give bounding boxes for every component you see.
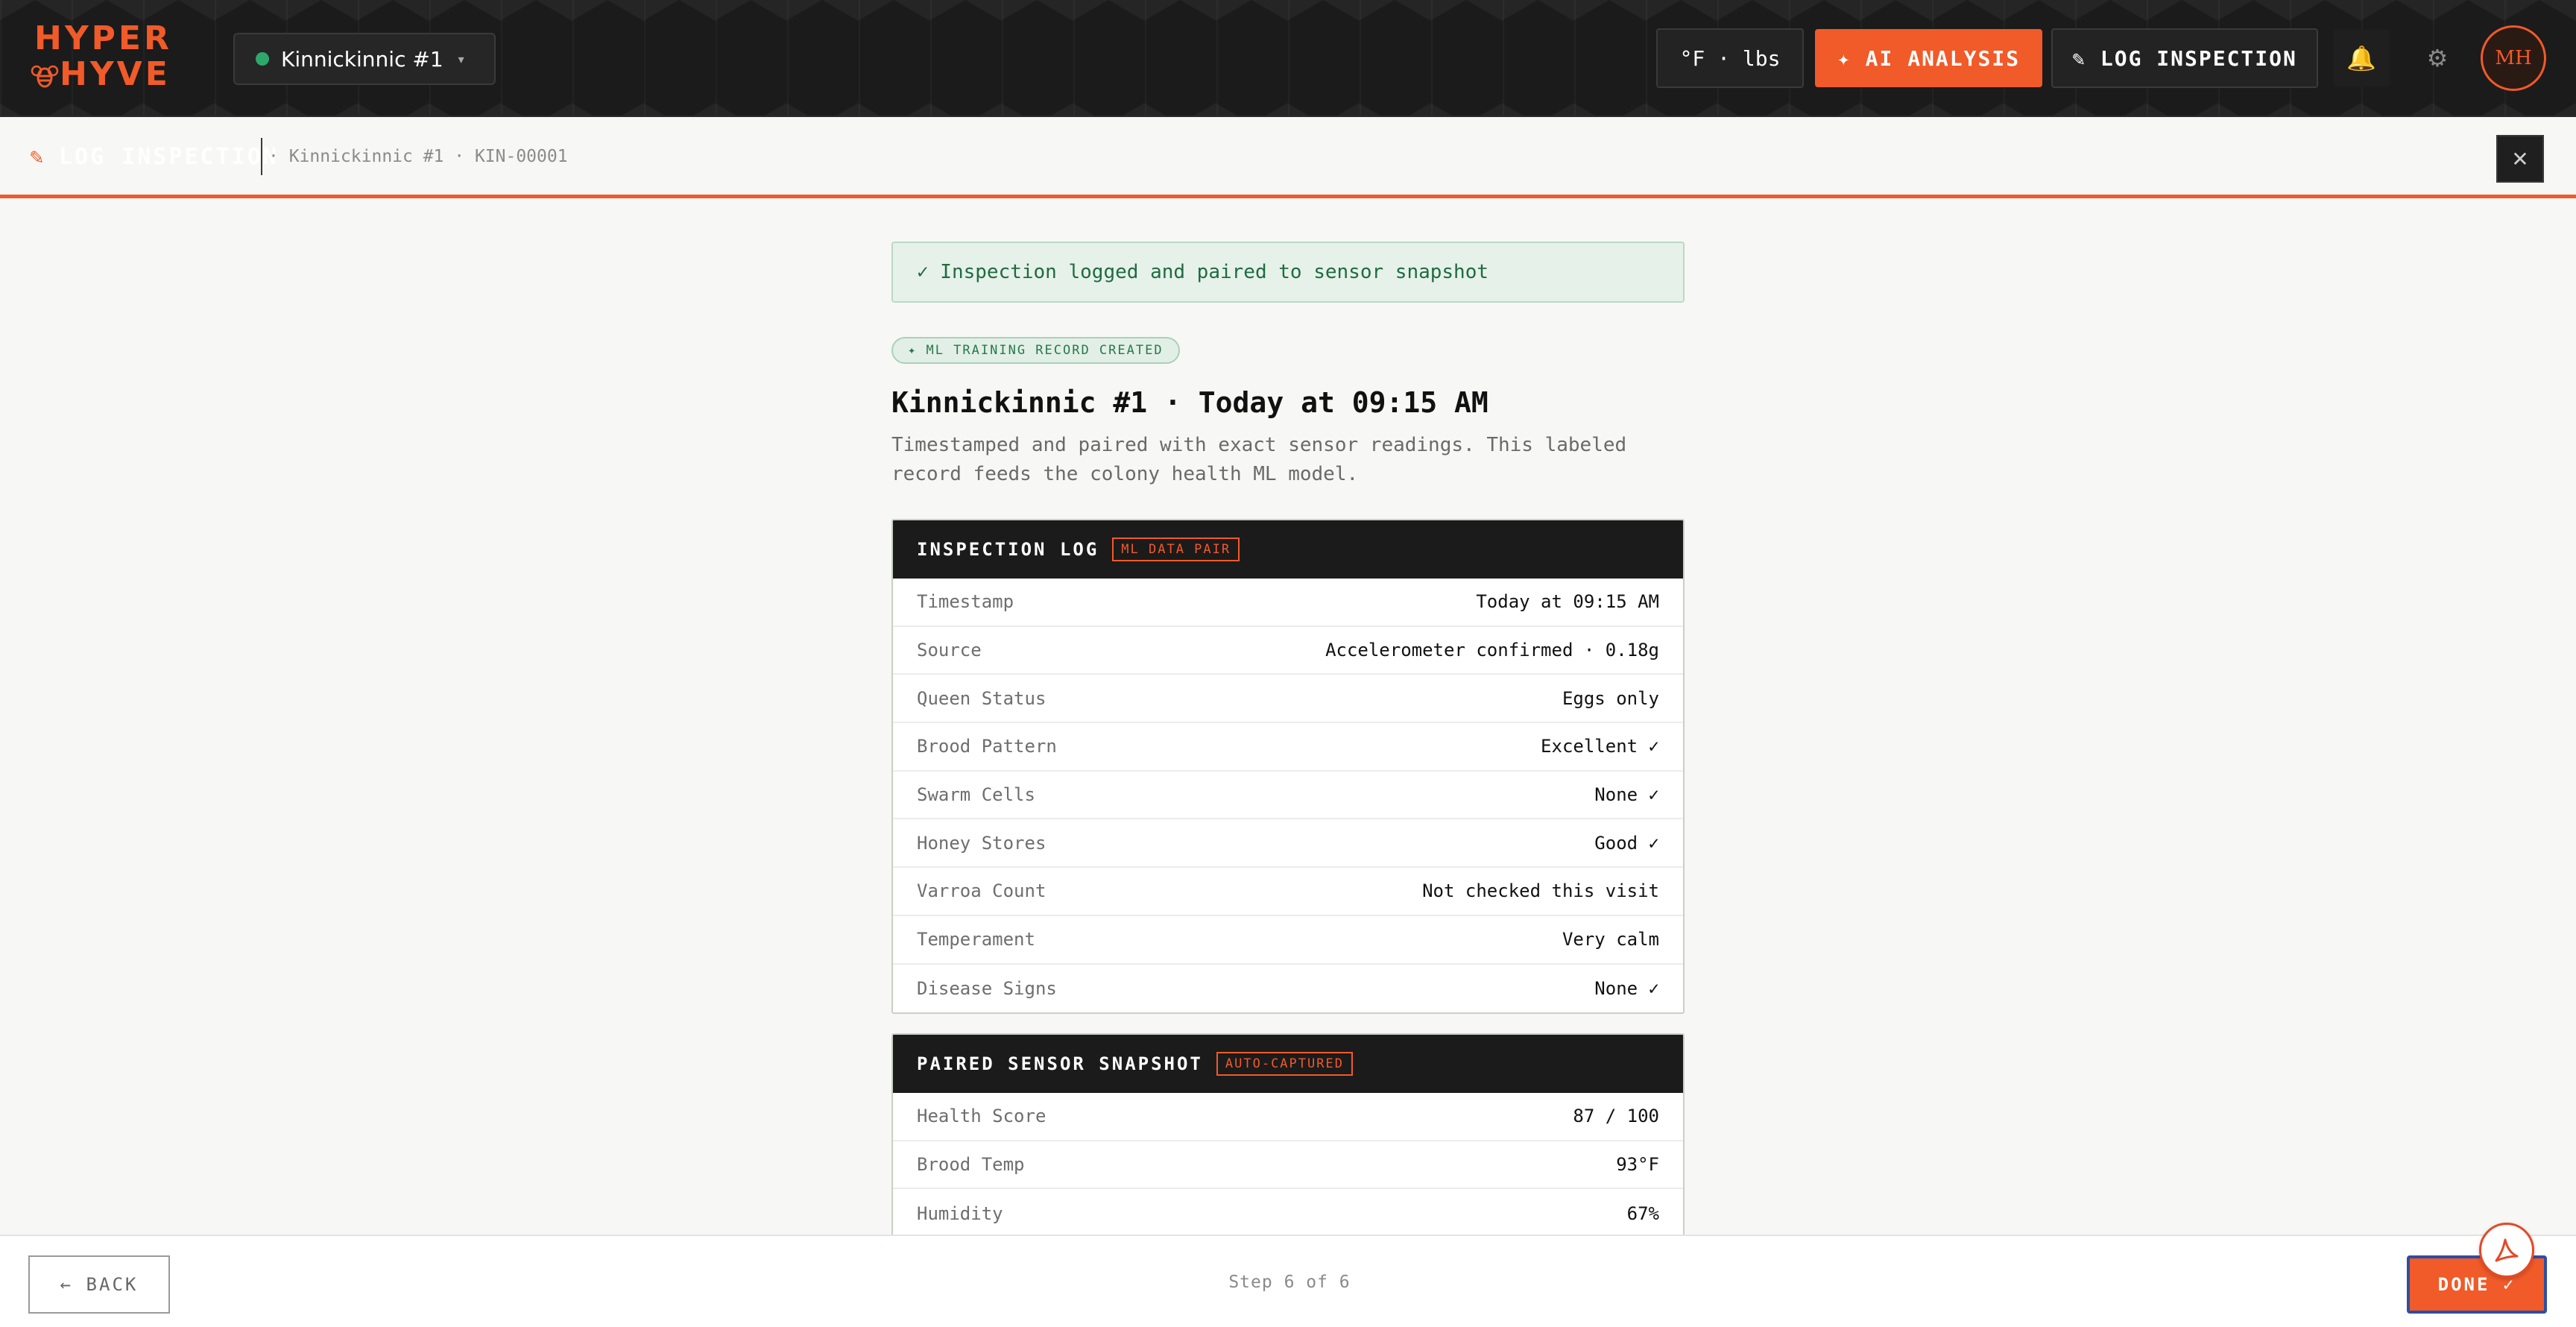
brand-logo[interactable]: HYPER HYVE (30, 22, 194, 91)
header-row-main: HYPER HYVE Kinnickinnic #1 ▾ °F · lbs ✦ … (0, 0, 2576, 117)
data-row: Brood Temp 93°F (893, 1141, 1683, 1190)
step-indicator: Step 6 of 6 (1228, 1273, 1351, 1292)
hive-selector[interactable]: Kinnickinnic #1 ▾ (233, 33, 496, 85)
data-row: Timestamp Today at 09:15 AM (893, 579, 1683, 627)
logo-line-2: HYVE (60, 55, 171, 93)
row-value: Today at 09:15 AM (1476, 591, 1659, 613)
row-label: Health Score (917, 1106, 1046, 1127)
card-title: INSPECTION LOG (917, 539, 1099, 560)
subheader: ✎ LOG INSPECTION · Kinnickinnic #1 · KIN… (0, 119, 2576, 195)
data-row: Queen Status Eggs only (893, 675, 1683, 724)
pdf-icon[interactable] (2479, 1223, 2534, 1278)
row-label: Honey Stores (917, 832, 1046, 854)
data-row: Honey Stores Good ✓ (893, 819, 1683, 869)
data-row: Disease Signs None ✓ (893, 965, 1683, 1013)
wizard-footer: ← BACK Step 6 of 6 DONE ✓ (0, 1235, 2576, 1327)
ml-record-badge: ✦ ML TRAINING RECORD CREATED (891, 337, 1180, 364)
chevron-down-icon: ▾ (458, 51, 464, 66)
row-label: Varroa Count (917, 880, 1046, 902)
row-value: None ✓ (1594, 784, 1659, 806)
pencil-icon: ✎ (30, 143, 46, 170)
units-toggle[interactable]: °F · lbs (1656, 28, 1804, 88)
row-value: 93°F (1616, 1154, 1659, 1176)
panel-title-text: LOG INSPECTION (59, 143, 279, 170)
data-row: Source Accelerometer confirmed · 0.18g (893, 627, 1683, 675)
data-row: Temperament Very calm (893, 916, 1683, 965)
row-label: Brood Temp (917, 1154, 1025, 1176)
row-label: Swarm Cells (917, 784, 1035, 806)
data-row: Brood Pattern Excellent ✓ (893, 723, 1683, 772)
row-value: Excellent ✓ (1541, 736, 1659, 757)
row-value: None ✓ (1594, 977, 1659, 999)
success-banner: ✓ Inspection logged and paired to sensor… (891, 242, 1685, 303)
avatar[interactable]: MH (2481, 25, 2546, 91)
gear-icon[interactable]: ⚙ (2409, 30, 2466, 86)
card-tag: AUTO-CAPTURED (1216, 1052, 1353, 1076)
inspection-rows: Timestamp Today at 09:15 AM Source Accelero… (893, 579, 1683, 1012)
app-header: HYPER HYVE Kinnickinnic #1 ▾ °F · lbs ✦ … (0, 0, 2576, 183)
card-tag: ML DATA PAIR (1112, 538, 1240, 561)
row-value: Good ✓ (1594, 832, 1659, 854)
card-header: INSPECTION LOG ML DATA PAIR (893, 520, 1683, 579)
hive-selector-label: Kinnickinnic #1 (281, 46, 443, 72)
row-value: 67% (1626, 1203, 1659, 1224)
bell-icon[interactable]: 🔔 (2333, 30, 2390, 86)
panel-title: ✎ LOG INSPECTION (30, 119, 279, 195)
card-title: PAIRED SENSOR SNAPSHOT (917, 1053, 1203, 1074)
row-label: Queen Status (917, 687, 1046, 709)
sensor-rows: Health Score 87 / 100 Brood Temp 93°F Humidi… (893, 1093, 1683, 1238)
divider (261, 138, 262, 175)
inspection-log-card: INSPECTION LOG ML DATA PAIR Timestamp Tod… (891, 519, 1685, 1015)
log-inspection-button[interactable]: ✎ LOG INSPECTION (2051, 28, 2318, 88)
card-header: PAIRED SENSOR SNAPSHOT AUTO-CAPTURED (893, 1035, 1683, 1093)
row-value: Not checked this visit (1422, 880, 1659, 902)
back-button[interactable]: ← BACK (28, 1255, 170, 1314)
row-label: Brood Pattern (917, 736, 1057, 757)
row-value: Accelerometer confirmed · 0.18g (1325, 640, 1659, 661)
row-value: 87 / 100 (1573, 1106, 1659, 1127)
row-label: Timestamp (917, 591, 1014, 613)
record-heading: Kinnickinnic #1 · Today at 09:15 AM (891, 386, 1489, 419)
ai-analysis-button[interactable]: ✦ AI ANALYSIS (1815, 29, 2042, 87)
data-row: Health Score 87 / 100 (893, 1093, 1683, 1141)
breadcrumb: · Kinnickinnic #1 · KIN-00001 (268, 147, 568, 166)
data-row: Swarm Cells None ✓ (893, 772, 1683, 820)
logo-line-1: HYPER (34, 19, 172, 57)
row-label: Temperament (917, 929, 1035, 951)
row-label: Source (917, 640, 982, 661)
data-row: Humidity 67% (893, 1189, 1683, 1238)
record-description: Timestamped and paired with exact sensor… (891, 434, 1627, 485)
pdf-glyph (2495, 1238, 2519, 1262)
status-dot (256, 52, 269, 66)
accent-divider (0, 195, 2576, 198)
data-row: Varroa Count Not checked this visit (893, 868, 1683, 916)
row-label: Humidity (917, 1203, 1003, 1224)
row-value: Very calm (1562, 929, 1659, 951)
close-icon[interactable]: ✕ (2496, 135, 2544, 183)
row-label: Disease Signs (917, 977, 1057, 999)
row-value: Eggs only (1562, 687, 1659, 709)
bee-icon (31, 65, 59, 88)
sensor-snapshot-card: PAIRED SENSOR SNAPSHOT AUTO-CAPTURED Hea… (891, 1033, 1685, 1238)
